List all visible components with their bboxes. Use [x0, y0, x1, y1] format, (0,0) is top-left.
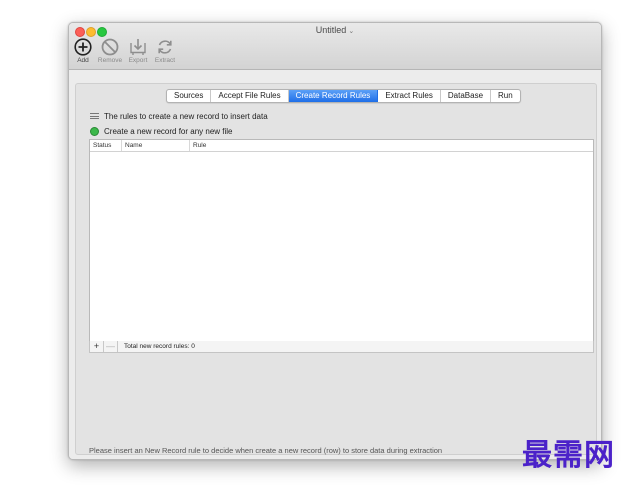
- extract-label: Extract: [154, 57, 176, 64]
- remove-rule-button[interactable]: —: [104, 341, 118, 352]
- remove-label: Remove: [97, 57, 123, 64]
- tab-database[interactable]: DataBase: [441, 90, 492, 102]
- title-bar: Untitled ⌄ Add Remove Export Extract: [69, 23, 601, 70]
- prohibited-icon: [101, 38, 119, 56]
- status-green-icon: [90, 126, 99, 136]
- window-title-text: Untitled: [315, 25, 347, 35]
- refresh-icon: [158, 40, 172, 54]
- table-header: Status Name Rule: [90, 140, 593, 152]
- tab-bar: Sources Accept File Rules Create Record …: [166, 89, 521, 103]
- create-record-option-text: Create a new record for any new file: [104, 126, 233, 136]
- hint-text: Please insert an New Record rule to deci…: [89, 446, 443, 455]
- column-header-name[interactable]: Name: [122, 140, 190, 151]
- column-header-status[interactable]: Status: [90, 140, 122, 151]
- add-button[interactable]: Add: [69, 38, 97, 64]
- add-rule-button[interactable]: +: [90, 341, 104, 352]
- plus-circle-icon: [74, 38, 92, 56]
- list-lines-icon: [90, 112, 99, 121]
- app-window: Untitled ⌄ Add Remove Export Extract Sou…: [68, 22, 602, 460]
- tab-sources[interactable]: Sources: [167, 90, 212, 102]
- export-icon: [130, 39, 146, 55]
- extract-button[interactable]: Extract: [151, 38, 179, 64]
- tab-accept-file-rules[interactable]: Accept File Rules: [211, 90, 289, 102]
- main-content: Sources Accept File Rules Create Record …: [69, 70, 601, 459]
- add-label: Add: [77, 57, 89, 64]
- export-button[interactable]: Export: [124, 38, 152, 64]
- section-heading: The rules to create a new record to inse…: [90, 110, 268, 122]
- tab-panel: Sources Accept File Rules Create Record …: [75, 83, 597, 455]
- window-title[interactable]: Untitled ⌄: [69, 25, 601, 35]
- table-footer: + — Total new record rules: 0: [89, 341, 594, 353]
- chevron-down-icon: ⌄: [348, 28, 355, 35]
- record-rules-table[interactable]: Status Name Rule: [89, 139, 594, 342]
- watermark-logo: 最需网: [522, 438, 615, 473]
- create-record-option[interactable]: Create a new record for any new file: [90, 125, 233, 137]
- remove-button[interactable]: Remove: [96, 38, 124, 64]
- column-header-rule[interactable]: Rule: [190, 140, 593, 151]
- section-heading-text: The rules to create a new record to inse…: [104, 111, 268, 121]
- total-rules-count: Total new record rules: 0: [124, 343, 195, 350]
- tab-run[interactable]: Run: [491, 90, 520, 102]
- tab-create-record-rules[interactable]: Create Record Rules: [288, 90, 379, 102]
- export-label: Export: [128, 57, 148, 64]
- tab-extract-rules[interactable]: Extract Rules: [378, 90, 441, 102]
